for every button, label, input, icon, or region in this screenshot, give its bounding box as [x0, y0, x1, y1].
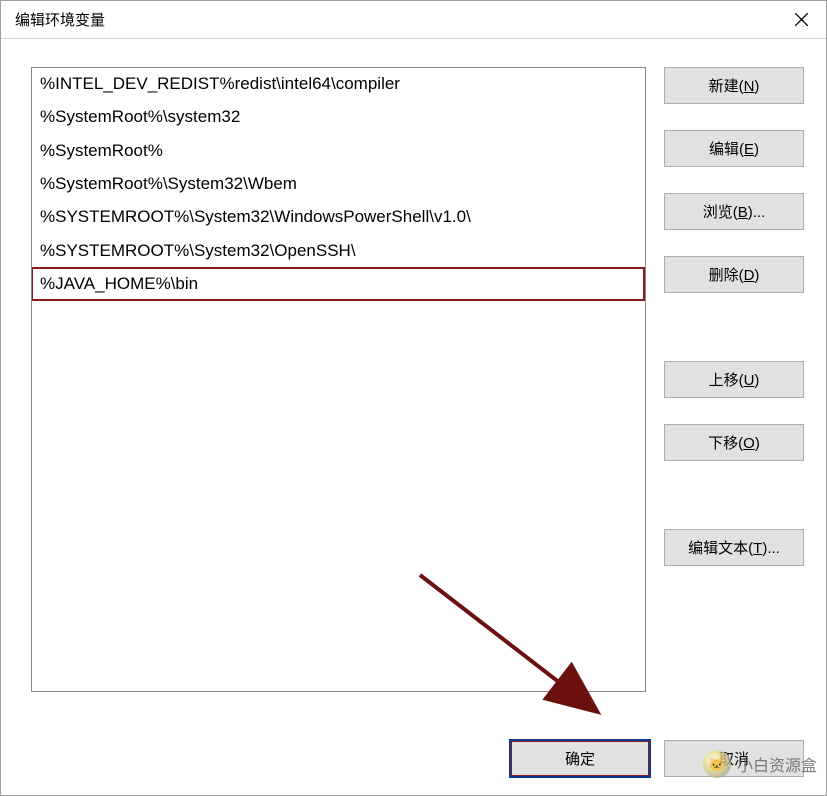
list-item[interactable]: %INTEL_DEV_REDIST%redist\intel64\compile… [32, 68, 645, 101]
main-row: %INTEL_DEV_REDIST%redist\intel64\compile… [31, 67, 804, 720]
delete-button-label: 删除(D) [709, 264, 760, 285]
titlebar: 编辑环境变量 [1, 1, 826, 39]
edit-button-label: 编辑(E) [709, 138, 759, 159]
list-item[interactable]: %SystemRoot% [32, 135, 645, 168]
edit-button[interactable]: 编辑(E) [664, 130, 804, 167]
bottom-button-row: 确定 取消 [31, 740, 804, 777]
edittext-button-label: 编辑文本(T)... [688, 537, 780, 558]
moveup-button-label: 上移(U) [709, 369, 760, 390]
close-icon [795, 13, 808, 26]
dialog-content: %INTEL_DEV_REDIST%redist\intel64\compile… [1, 39, 826, 795]
new-button-label: 新建(N) [709, 75, 760, 96]
edittext-button[interactable]: 编辑文本(T)... [664, 529, 804, 566]
list-item[interactable]: %SYSTEMROOT%\System32\WindowsPowerShell\… [32, 201, 645, 234]
new-button[interactable]: 新建(N) [664, 67, 804, 104]
list-item[interactable]: %SystemRoot%\System32\Wbem [32, 168, 645, 201]
delete-button[interactable]: 删除(D) [664, 256, 804, 293]
moveup-button[interactable]: 上移(U) [664, 361, 804, 398]
list-item[interactable]: %SYSTEMROOT%\System32\OpenSSH\ [32, 235, 645, 268]
path-listbox[interactable]: %INTEL_DEV_REDIST%redist\intel64\compile… [31, 67, 646, 692]
browse-button[interactable]: 浏览(B)... [664, 193, 804, 230]
movedown-button-label: 下移(O) [708, 432, 760, 453]
watermark-icon: 🐱 [703, 750, 731, 778]
ok-button[interactable]: 确定 [510, 740, 650, 777]
list-item[interactable]: %SystemRoot%\system32 [32, 101, 645, 134]
watermark: 🐱 小白资源盒 [703, 750, 817, 778]
close-button[interactable] [776, 1, 826, 39]
watermark-text: 小白资源盒 [737, 752, 817, 776]
dialog-window: 编辑环境变量 %INTEL_DEV_REDIST%redist\intel64\… [0, 0, 827, 796]
side-button-column: 新建(N) 编辑(E) 浏览(B)... 删除(D) 上移(U) 下移(O) 编… [664, 67, 804, 720]
list-item-highlighted[interactable]: %JAVA_HOME%\bin [31, 267, 645, 301]
window-title: 编辑环境变量 [15, 9, 105, 30]
browse-button-label: 浏览(B)... [703, 201, 766, 222]
movedown-button[interactable]: 下移(O) [664, 424, 804, 461]
